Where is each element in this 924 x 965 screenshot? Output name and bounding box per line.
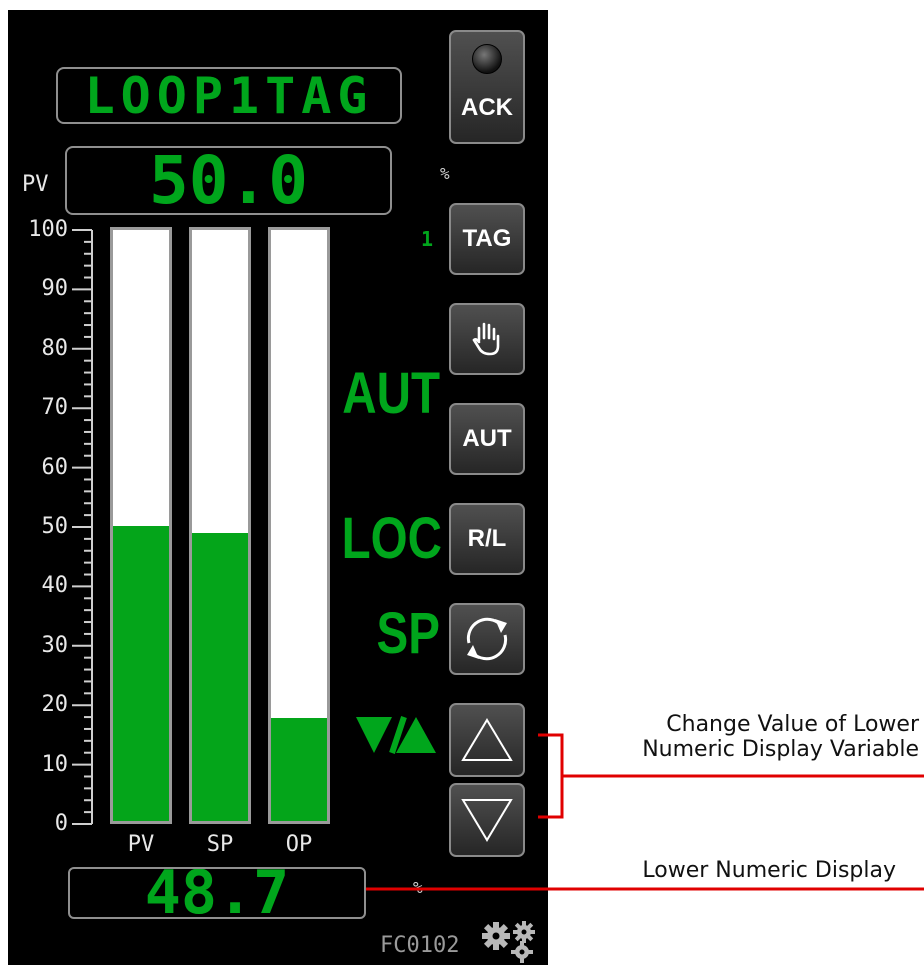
change-value-line2: Numeric Display Variable (642, 737, 919, 762)
change-value-line1: Change Value of Lower (666, 712, 919, 737)
change-value-callout: Change Value of Lower Numeric Display Va… (642, 712, 919, 762)
lower-display-callout: Lower Numeric Display (642, 858, 896, 883)
callout-lines (366, 733, 924, 891)
